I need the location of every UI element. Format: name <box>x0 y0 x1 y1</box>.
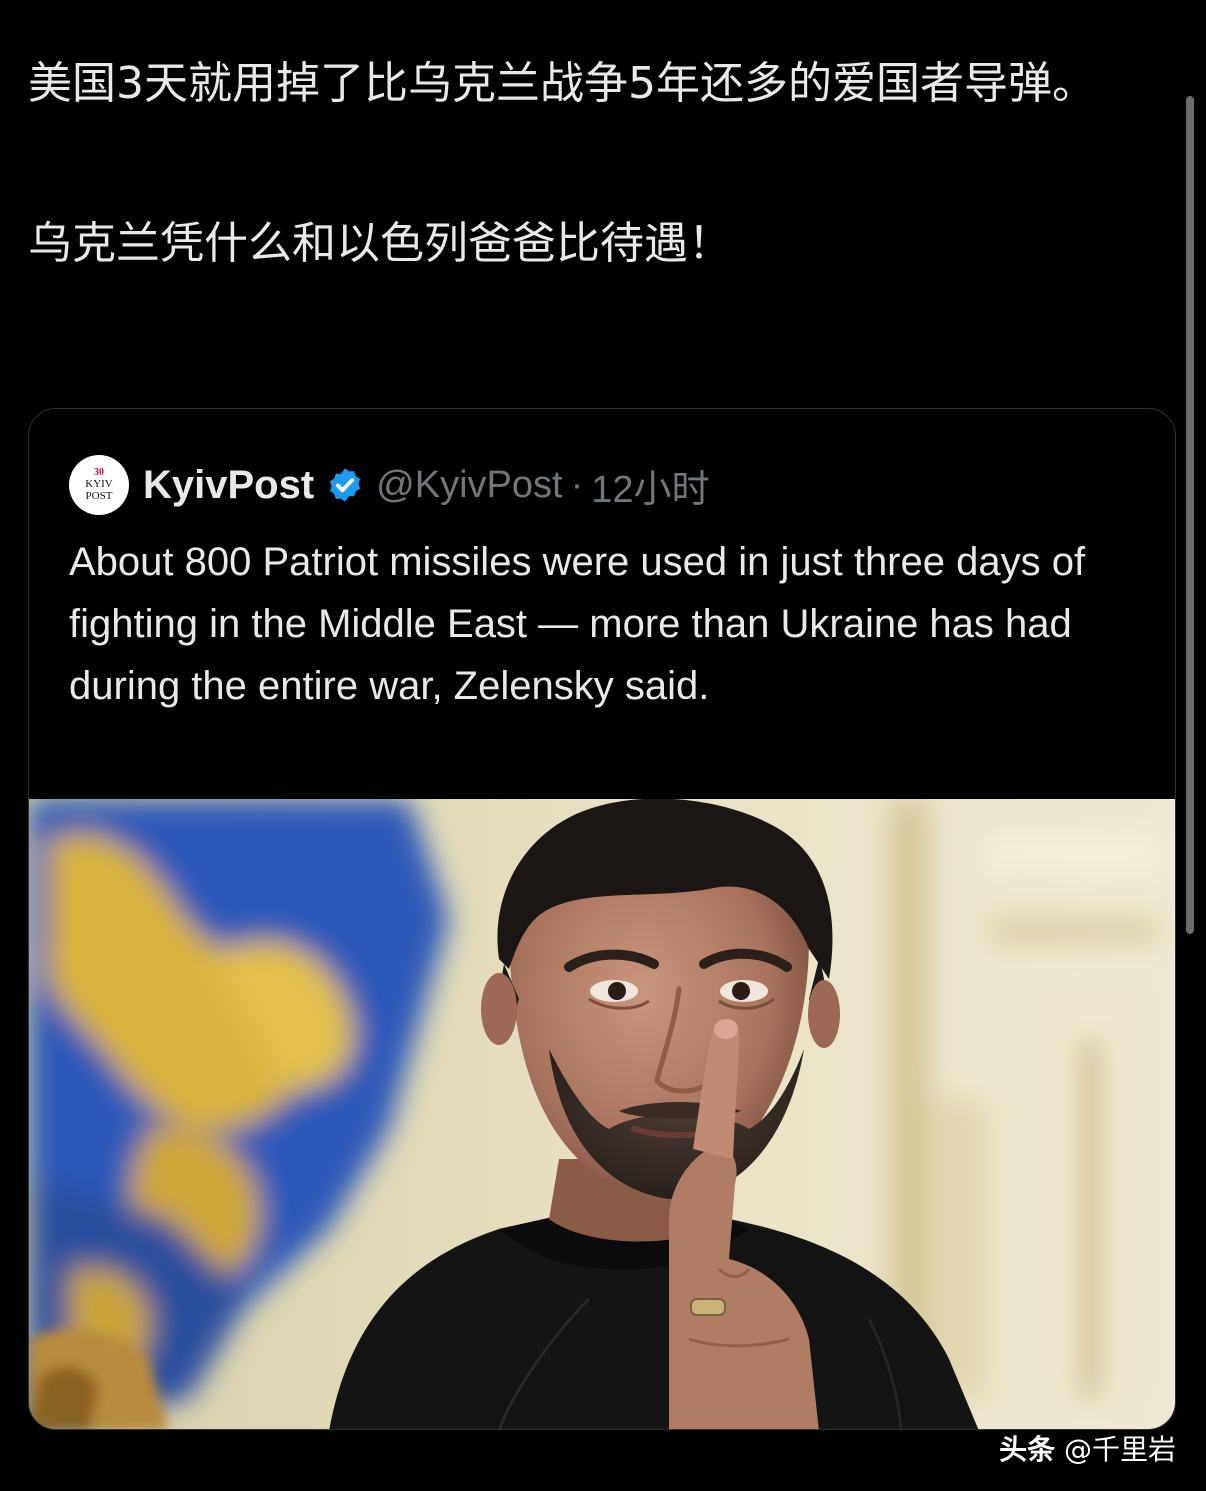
post-time[interactable]: 12小时 <box>591 458 709 513</box>
quoted-tweet-card[interactable]: 30 KYIV POST KyivPost @KyivPost · 12小时 A… <box>28 408 1176 1430</box>
kyivpost-avatar[interactable]: 30 KYIV POST <box>69 455 129 515</box>
toutiao-watermark: 头条 @千里岩 <box>999 1428 1176 1468</box>
quoted-tweet-text: About 800 Patriot missiles were used in … <box>69 540 1086 708</box>
scrollbar[interactable] <box>1186 96 1194 934</box>
verified-badge-icon <box>330 468 361 502</box>
header-separator: · <box>570 463 584 506</box>
watermark-brand: 头条 <box>999 1433 1056 1466</box>
zelensky-photo[interactable] <box>29 799 1175 1429</box>
tweet-line-2: 乌克兰凭什么和以色列爸爸比待遇！ <box>28 218 732 269</box>
tweet-text: 美国3天就用掉了比乌克兰战争5年还多的爱国者导弹。 乌克兰凭什么和以色列爸爸比待… <box>28 52 1178 276</box>
watermark-author: @千里岩 <box>1063 1433 1176 1466</box>
avatar-number: 30 <box>94 467 104 478</box>
quoted-tweet-header: 30 KYIV POST KyivPost @KyivPost · 12小时 <box>69 455 710 515</box>
author-handle[interactable]: @KyivPost <box>376 464 562 507</box>
tweet-line-1: 美国3天就用掉了比乌克兰战争5年还多的爱国者导弹。 <box>28 58 1096 109</box>
photo-illustration <box>29 799 1175 1429</box>
avatar-line-2: POST <box>85 490 113 502</box>
avatar-line-1: KYIV <box>85 478 113 490</box>
author-name[interactable]: KyivPost <box>143 463 314 508</box>
